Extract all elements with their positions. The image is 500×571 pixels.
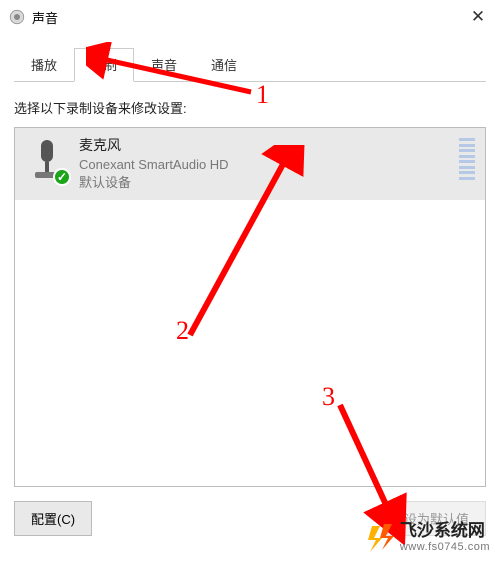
- recording-panel: 选择以下录制设备来修改设置: ✓ 麦克风 Conexant SmartAudio…: [14, 82, 486, 536]
- tab-strip: 播放 录制 声音 通信: [14, 48, 486, 82]
- tab-sounds[interactable]: 声音: [134, 48, 194, 82]
- device-item-microphone[interactable]: ✓ 麦克风 Conexant SmartAudio HD 默认设备: [15, 128, 485, 200]
- device-list[interactable]: ✓ 麦克风 Conexant SmartAudio HD 默认设备: [14, 127, 486, 487]
- microphone-icon: ✓: [25, 136, 69, 184]
- watermark-url: www.fs0745.com: [400, 541, 490, 553]
- close-button[interactable]: ✕: [464, 6, 492, 28]
- window-title: 声音: [32, 8, 58, 27]
- default-check-icon: ✓: [53, 168, 71, 186]
- device-name: 麦克风: [79, 136, 451, 156]
- tab-communications[interactable]: 通信: [194, 48, 254, 82]
- device-text: 麦克风 Conexant SmartAudio HD 默认设备: [79, 136, 451, 192]
- device-status: 默认设备: [79, 174, 451, 192]
- instruction-text: 选择以下录制设备来修改设置:: [14, 98, 486, 117]
- watermark: 飞沙系统网 www.fs0745.com: [366, 522, 490, 553]
- device-driver: Conexant SmartAudio HD: [79, 156, 451, 174]
- watermark-text: 飞沙系统网 www.fs0745.com: [400, 522, 490, 553]
- level-meter: [459, 136, 475, 182]
- tab-playback[interactable]: 播放: [14, 48, 74, 82]
- titlebar: 声音 ✕: [0, 0, 500, 34]
- speaker-icon: [8, 8, 26, 26]
- watermark-logo-icon: [366, 524, 394, 552]
- configure-button[interactable]: 配置(C): [14, 501, 92, 536]
- close-icon: ✕: [471, 7, 485, 27]
- sound-dialog: 声音 ✕ 播放 录制 声音 通信 选择以下录制设备来修改设置:: [0, 0, 500, 571]
- watermark-name: 飞沙系统网: [400, 522, 490, 541]
- tab-recording[interactable]: 录制: [74, 48, 134, 82]
- client-area: 播放 录制 声音 通信 选择以下录制设备来修改设置: ✓: [0, 48, 500, 550]
